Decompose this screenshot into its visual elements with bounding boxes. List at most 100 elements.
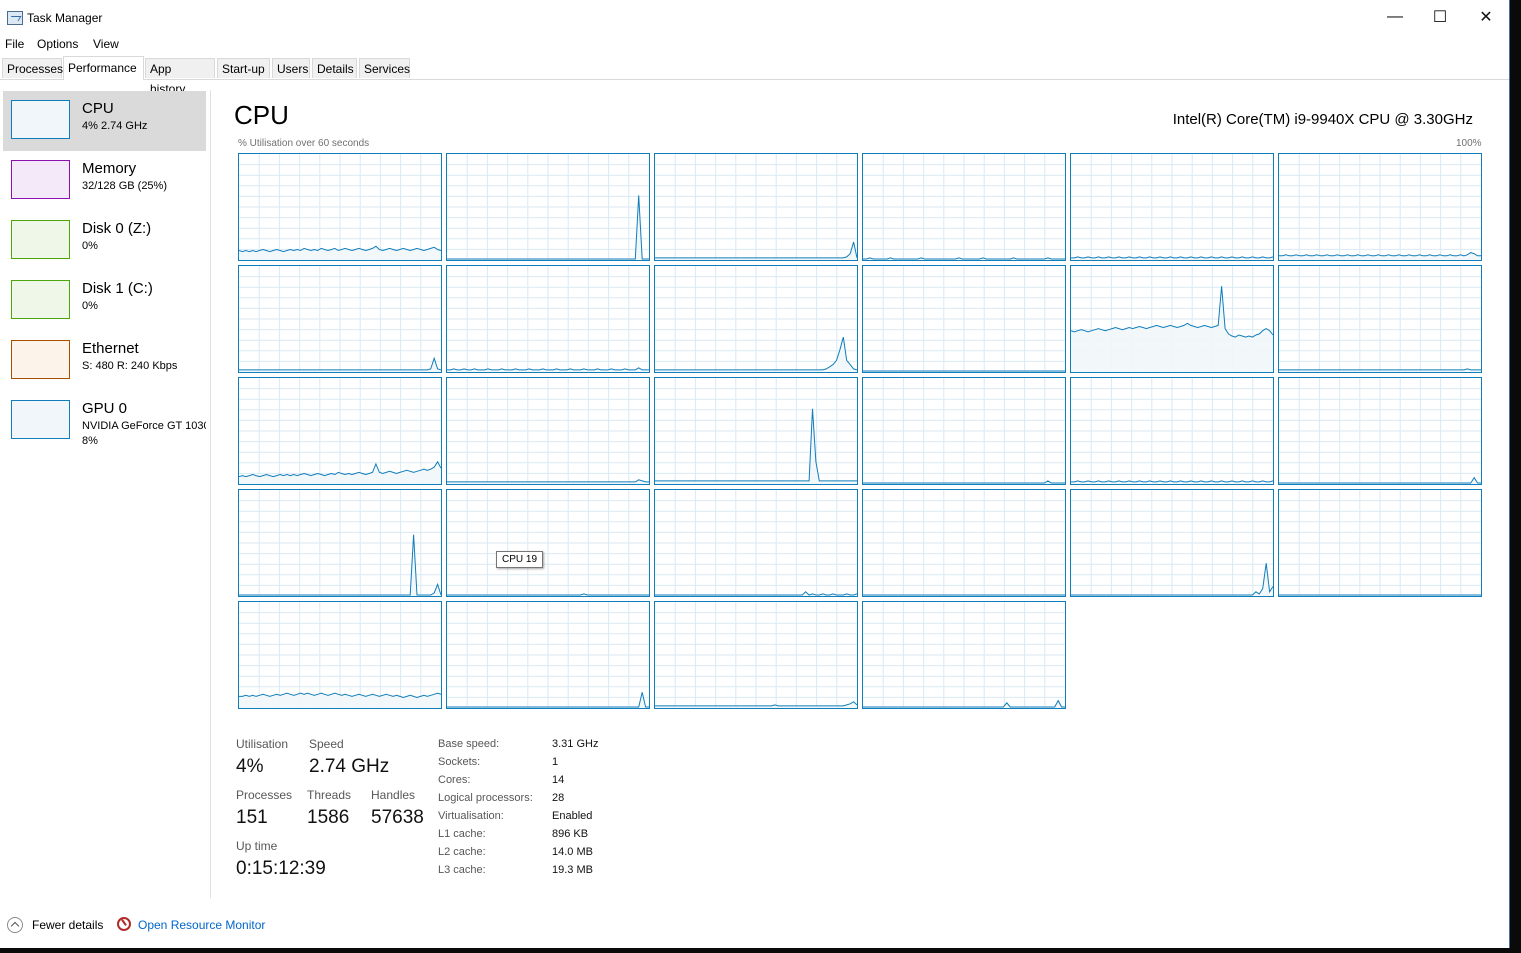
sidebar-item-disk0[interactable]: Disk 0 (Z:) 0% [3,211,206,271]
cpu-thumbnail [11,100,70,139]
cpu-graph-plot [655,602,857,708]
cpu-graph[interactable] [446,377,650,485]
tab-start-up[interactable]: Start-up [217,58,270,78]
tab-bar: Processes Performance App history Start-… [0,56,1509,96]
sidebar-memory-name: Memory [82,160,137,177]
disk1-thumbnail [11,280,70,319]
sidebar-item-memory[interactable]: Memory 32/128 GB (25%) [3,151,206,211]
cpu-graph-plot [655,154,857,260]
minimize-button[interactable]: — [1372,0,1418,34]
processes-value: 151 [236,807,268,828]
graph-caption: % Utilisation over 60 seconds [238,138,370,149]
cpu-graph[interactable] [1278,489,1482,597]
tab-details[interactable]: Details [312,58,357,78]
cpu-graph-plot [1279,490,1481,596]
threads-value: 1586 [307,807,350,828]
cpu-graph-plot [1279,378,1481,484]
cpu-graph[interactable] [238,489,442,597]
spec-label: L1 cache: [438,828,486,840]
fewer-details-button[interactable]: Fewer details [32,918,103,932]
menu-view[interactable]: View [93,37,119,51]
cpu-graph-plot [655,490,857,596]
cpu-graph-plot [1071,154,1273,260]
spec-value: 14.0 MB [552,846,593,858]
cpu-graph[interactable] [446,601,650,709]
cpu-graph[interactable] [654,265,858,373]
spec-value: Enabled [552,810,593,822]
cpu-graph[interactable] [862,377,1066,485]
tab-services[interactable]: Services [359,58,410,78]
cpu-graph[interactable] [1070,265,1274,373]
window-title: Task Manager [27,11,103,25]
sidebar-item-disk1[interactable]: Disk 1 (C:) 0% [3,271,206,331]
utilisation-label: Utilisation [236,737,289,751]
sidebar-ethernet-sub: S: 480 R: 240 Kbps [82,360,178,372]
sidebar-cpu-sub: 4% 2.74 GHz [82,120,148,132]
memory-thumbnail [11,160,70,199]
cpu-graph[interactable] [654,377,858,485]
sidebar-ethernet-name: Ethernet [82,340,139,357]
cpu-graph-plot [447,490,649,596]
close-button[interactable]: ✕ [1463,0,1509,34]
handles-label: Handles [371,788,416,802]
tab-users[interactable]: Users [272,58,310,78]
cpu-graph[interactable] [862,265,1066,373]
cpu-graph[interactable] [1070,489,1274,597]
tab-processes[interactable]: Processes [2,58,63,78]
sidebar-disk1-sub: 0% [82,300,98,312]
maximize-button[interactable]: ☐ [1417,0,1463,34]
cpu-graph-plot [239,602,441,708]
resource-sidebar: CPU 4% 2.74 GHz Memory 32/128 GB (25%) D… [0,90,211,898]
spec-label: Virtualisation: [438,810,504,822]
cpu-graph[interactable] [862,489,1066,597]
processes-label: Processes [236,788,293,802]
cpu-graph[interactable] [1070,377,1274,485]
cpu-graph-plot [1071,378,1273,484]
open-resource-monitor-link[interactable]: Open Resource Monitor [138,918,265,932]
cpu-graph[interactable] [654,489,858,597]
cpu-graph[interactable] [1278,265,1482,373]
sidebar-item-ethernet[interactable]: Ethernet S: 480 R: 240 Kbps [3,331,206,391]
tab-performance[interactable]: Performance [63,56,144,80]
cpu-graph-plot [239,154,441,260]
spec-value: 28 [552,792,565,804]
sidebar-item-gpu[interactable]: GPU 0 NVIDIA GeForce GT 1030 8% [3,391,206,451]
cpu-graph-plot [863,602,1065,708]
tab-app-history[interactable]: App history [145,58,215,96]
cpu-graph[interactable] [1070,153,1274,261]
menu-options[interactable]: Options [37,37,78,51]
cpu-graph-plot [239,378,441,484]
cpu-graph[interactable] [238,377,442,485]
page-title: CPU [234,100,289,130]
resource-monitor-icon [117,917,131,931]
cpu-graph[interactable] [862,601,1066,709]
speed-value: 2.74 GHz [309,756,390,777]
cpu-graph[interactable] [446,489,650,597]
spec-value: 19.3 MB [552,864,593,876]
cpu-graph-plot [863,490,1065,596]
cpu-graph[interactable] [1278,377,1482,485]
cpu-graph[interactable] [654,601,858,709]
cpu-graph[interactable] [238,601,442,709]
cpu-graph[interactable] [446,265,650,373]
cpu-graph[interactable] [1278,153,1482,261]
cpu-graph[interactable] [238,153,442,261]
chevron-up-icon[interactable] [7,917,23,933]
spec-label: Logical processors: [438,792,533,804]
cpu-graph-plot [1279,154,1481,260]
cpu-graph[interactable] [654,153,858,261]
cpu-graph-plot [239,266,441,372]
spec-label: Base speed: [438,738,500,750]
cpu-graph[interactable] [862,153,1066,261]
threads-label: Threads [307,788,352,802]
sidebar-memory-sub: 32/128 GB (25%) [82,180,167,192]
menu-file[interactable]: File [5,37,24,51]
sidebar-item-cpu[interactable]: CPU 4% 2.74 GHz [3,91,206,151]
cpu-graph[interactable] [238,265,442,373]
cpu-graph-plot [655,266,857,372]
spec-label: Cores: [438,774,471,786]
footer-bar: Fewer details Open Resource Monitor [0,910,1508,940]
cpu-graph[interactable] [446,153,650,261]
title-bar[interactable]: Task Manager — ☐ ✕ [0,0,1509,34]
sidebar-gpu-sub: NVIDIA GeForce GT 1030 8% [82,419,206,449]
